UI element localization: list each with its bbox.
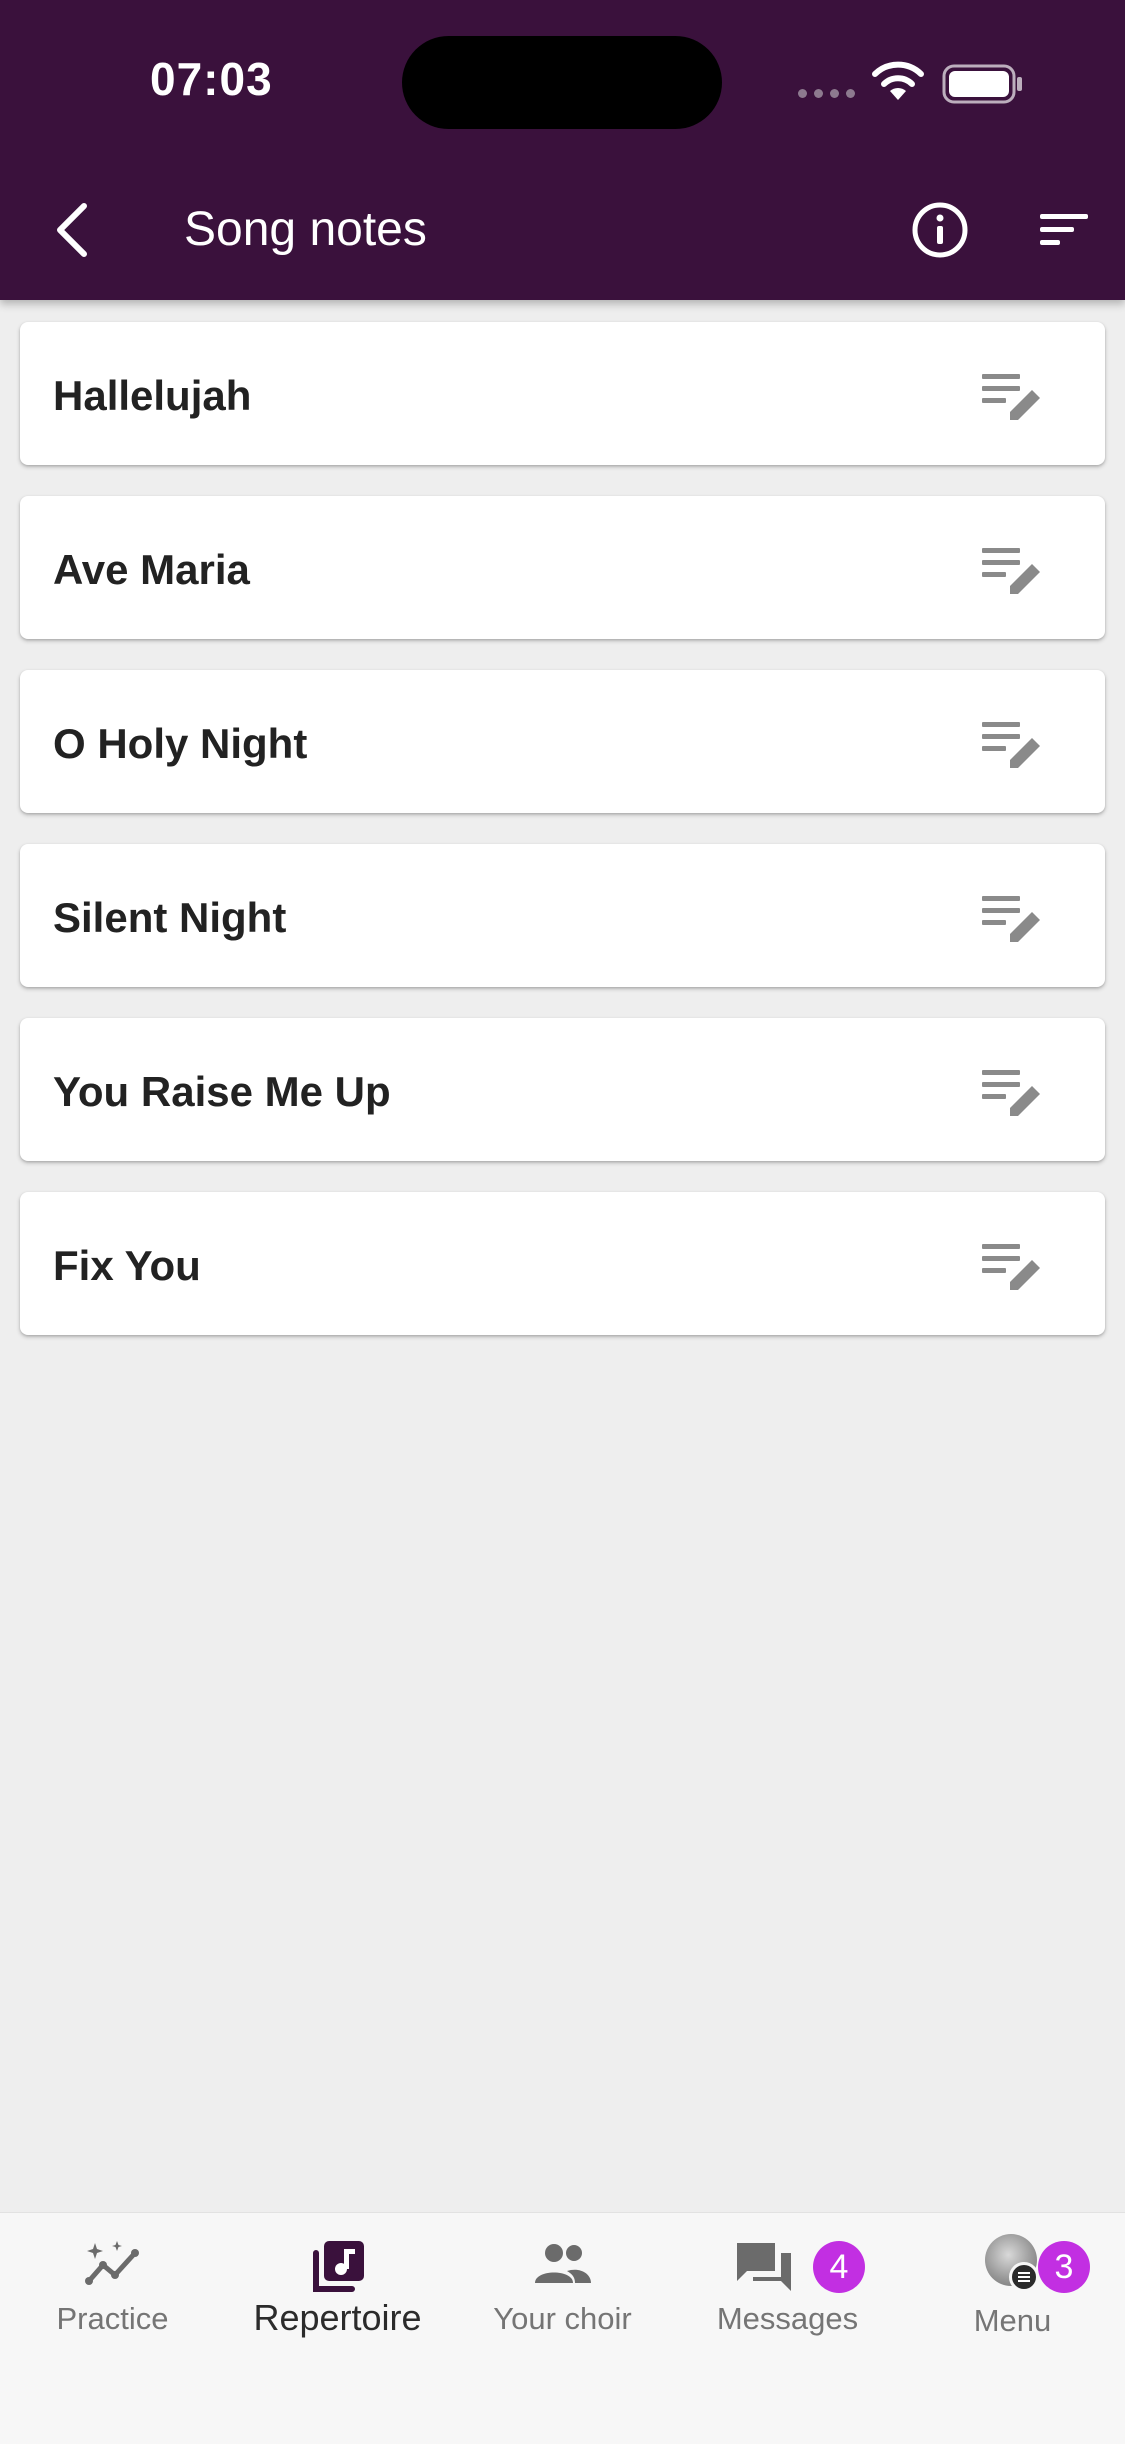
- menu-badge: 3: [1038, 2241, 1090, 2293]
- app-header: 07:03 Song notes: [0, 0, 1125, 300]
- nav-your-choir-label: Your choir: [493, 2301, 632, 2336]
- nav-messages-label: Messages: [716, 2301, 859, 2336]
- status-time: 07:03: [150, 53, 273, 105]
- app: 07:03 Song notes Hallelujah Ave Maria O …: [0, 0, 1125, 2444]
- nav-messages[interactable]: 4 Messages: [675, 2213, 900, 2353]
- nav-repertoire[interactable]: Repertoire: [225, 2213, 450, 2353]
- dynamic-island: [402, 36, 722, 129]
- song-list: Hallelujah Ave Maria O Holy Night Silent…: [20, 322, 1105, 1366]
- song-title: You Raise Me Up: [53, 1068, 391, 1115]
- song-card[interactable]: Fix You: [20, 1192, 1105, 1335]
- edit-notes-icon[interactable]: [980, 892, 1044, 948]
- song-title: O Holy Night: [53, 720, 308, 767]
- messages-badge: 4: [813, 2241, 865, 2293]
- song-card[interactable]: You Raise Me Up: [20, 1018, 1105, 1161]
- edit-notes-icon[interactable]: [980, 544, 1044, 600]
- edit-notes-icon[interactable]: [980, 1066, 1044, 1122]
- song-card[interactable]: Silent Night: [20, 844, 1105, 987]
- bottom-navigation: Practice Repertoire Your choir 4 Message…: [0, 2212, 1125, 2444]
- music-library-icon: [312, 2241, 364, 2292]
- back-button[interactable]: [44, 194, 100, 266]
- song-card[interactable]: Ave Maria: [20, 496, 1105, 639]
- song-title: Hallelujah: [53, 372, 252, 419]
- people-icon: [534, 2244, 591, 2283]
- page-title: Song notes: [184, 203, 427, 256]
- song-card[interactable]: O Holy Night: [20, 670, 1105, 813]
- song-title: Silent Night: [53, 894, 287, 941]
- nav-your-choir[interactable]: Your choir: [450, 2213, 675, 2353]
- nav-repertoire-label: Repertoire: [253, 2297, 422, 2338]
- cellular-signal-icon: [798, 89, 855, 98]
- edit-notes-icon[interactable]: [980, 1240, 1044, 1296]
- sort-icon[interactable]: [1036, 210, 1092, 250]
- nav-practice[interactable]: Practice: [0, 2213, 225, 2353]
- nav-practice-label: Practice: [56, 2301, 169, 2336]
- info-icon[interactable]: [910, 200, 970, 260]
- nav-menu-label: Menu: [973, 2303, 1052, 2338]
- edit-notes-icon[interactable]: [980, 370, 1044, 426]
- wifi-icon: [872, 61, 924, 100]
- sparkle-chart-icon: [84, 2241, 139, 2285]
- battery-icon: [942, 64, 1022, 104]
- chat-icon: [737, 2243, 791, 2291]
- edit-notes-icon[interactable]: [980, 718, 1044, 774]
- song-title: Ave Maria: [53, 546, 250, 593]
- song-title: Fix You: [53, 1242, 201, 1289]
- song-card[interactable]: Hallelujah: [20, 322, 1105, 465]
- menu-icon: [1009, 2262, 1039, 2292]
